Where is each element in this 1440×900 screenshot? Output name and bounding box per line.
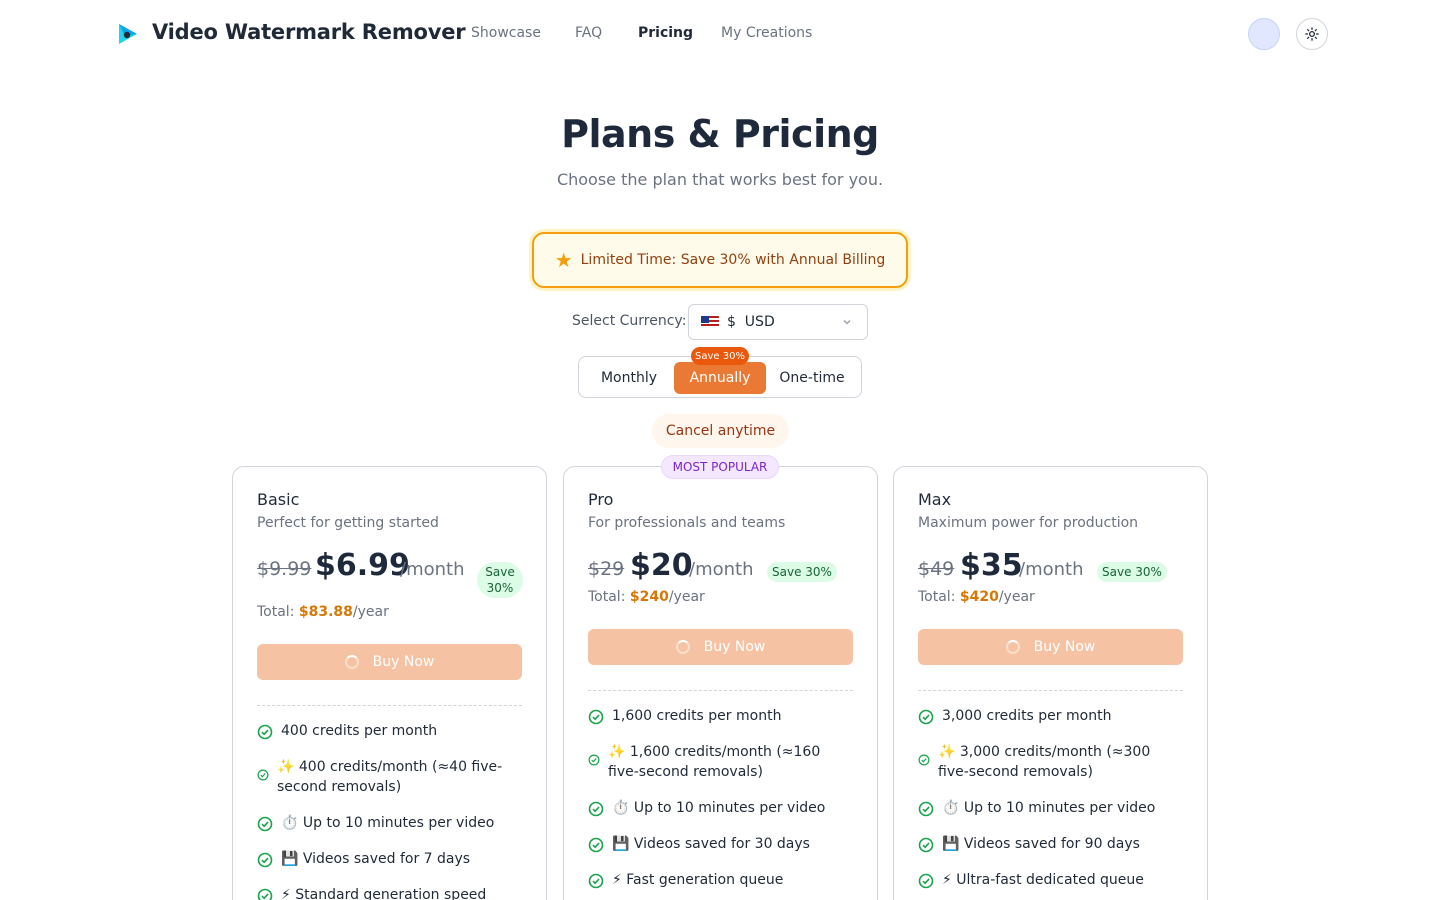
star-icon: ★ — [554, 248, 573, 272]
theme-toggle-button[interactable] — [1296, 18, 1328, 50]
save-badge: Save 30% — [477, 562, 523, 598]
page-subtitle: Choose the plan that works best for you. — [556, 170, 884, 189]
check-circle-icon — [257, 888, 273, 900]
check-circle-icon — [588, 754, 600, 766]
check-circle-icon — [257, 816, 273, 832]
plan-description: Maximum power for production — [918, 515, 1139, 531]
nav-pricing[interactable]: Pricing — [638, 25, 693, 41]
check-circle-icon — [257, 769, 269, 781]
original-price: $9.99 — [257, 558, 312, 580]
check-circle-icon — [918, 754, 930, 766]
save-badge: Save 30% — [767, 562, 837, 582]
loading-spinner-icon — [344, 655, 359, 669]
save-badge: Save 30% — [1097, 562, 1167, 582]
plan-card-max: Max Maximum power for production $49 $35… — [893, 466, 1208, 900]
check-circle-icon — [918, 709, 934, 725]
check-circle-icon — [257, 724, 273, 740]
plan-price: $20 — [630, 548, 693, 583]
plan-card-basic: Basic Perfect for getting started $9.99 … — [232, 466, 547, 900]
cancel-anytime-note: Cancel anytime — [652, 414, 789, 448]
currency-select[interactable]: $ USD — [688, 304, 868, 340]
promo-text: Limited Time: Save 30% with Annual Billi… — [580, 252, 886, 268]
feature-item: 400 credits per month — [257, 721, 522, 741]
plan-price: $6.99 — [315, 548, 410, 583]
plan-price: $35 — [960, 548, 1023, 583]
feature-item: 1,600 credits per month — [588, 706, 853, 726]
loading-spinner-icon — [675, 640, 690, 654]
feature-item: ⏱️ Up to 10 minutes per video — [257, 813, 522, 833]
feature-item: ⏱️ Up to 10 minutes per video — [588, 798, 853, 818]
check-circle-icon — [588, 801, 604, 817]
feature-item: 💾 Videos saved for 7 days — [257, 849, 522, 869]
billing-monthly-tab[interactable]: Monthly — [586, 362, 672, 394]
plan-description: For professionals and teams — [588, 515, 786, 531]
price-period: /month — [689, 559, 754, 580]
divider — [588, 690, 853, 691]
top-navbar: Video Watermark Remover Showcase FAQ Pri… — [0, 0, 1440, 68]
yearly-total: Total: $83.88/year — [257, 604, 389, 620]
plan-card-pro: Pro For professionals and teams $29 $20 … — [563, 466, 878, 900]
check-circle-icon — [588, 837, 604, 853]
sun-icon — [1305, 27, 1319, 41]
nav-faq[interactable]: FAQ — [575, 25, 602, 41]
us-flag-icon — [701, 316, 719, 328]
currency-value: $ USD — [727, 314, 775, 330]
feature-item: ✨ 400 credits/month (≈40 five-second rem… — [257, 757, 522, 797]
plan-name: Basic — [257, 490, 300, 509]
check-circle-icon — [588, 873, 604, 889]
plan-name: Pro — [588, 490, 614, 509]
buy-now-button[interactable]: Buy Now — [588, 629, 853, 665]
feature-item: ✨ 1,600 credits/month (≈160 five-second … — [588, 742, 853, 782]
check-circle-icon — [918, 837, 934, 853]
yearly-total: Total: $420/year — [918, 589, 1035, 605]
feature-item: 💾 Videos saved for 30 days — [588, 834, 853, 854]
buy-now-button[interactable]: Buy Now — [918, 629, 1183, 665]
play-logo-icon[interactable] — [117, 22, 139, 46]
loading-spinner-icon — [1005, 640, 1020, 654]
annual-save-pill: Save 30% — [691, 347, 749, 365]
most-popular-badge: MOST POPULAR — [661, 455, 779, 479]
feature-item: ✨ 3,000 credits/month (≈300 five-second … — [918, 742, 1183, 782]
yearly-total: Total: $240/year — [588, 589, 705, 605]
page-title: Plans & Pricing — [561, 112, 879, 156]
promo-banner: ★ Limited Time: Save 30% with Annual Bil… — [532, 232, 908, 288]
price-period: /month — [1019, 559, 1084, 580]
check-circle-icon — [918, 801, 934, 817]
check-circle-icon — [918, 873, 934, 889]
divider — [257, 705, 522, 706]
chevron-down-icon — [843, 319, 851, 325]
feature-item: 3,000 credits per month — [918, 706, 1183, 726]
nav-my-creations[interactable]: My Creations — [721, 25, 812, 41]
feature-item: 💾 Videos saved for 90 days — [918, 834, 1183, 854]
buy-now-button[interactable]: Buy Now — [257, 644, 522, 680]
feature-item: ⚡ Fast generation queue — [588, 870, 853, 890]
nav-showcase[interactable]: Showcase — [471, 25, 541, 41]
original-price: $49 — [918, 558, 955, 580]
currency-label: Select Currency: — [572, 313, 687, 329]
feature-item: ⏱️ Up to 10 minutes per video — [918, 798, 1183, 818]
billing-onetime-tab[interactable]: One-time — [769, 362, 855, 394]
brand-name[interactable]: Video Watermark Remover — [152, 20, 466, 44]
original-price: $29 — [588, 558, 625, 580]
plan-name: Max — [918, 490, 952, 509]
feature-item: ⚡ Standard generation speed — [257, 885, 522, 900]
check-circle-icon — [257, 852, 273, 868]
user-avatar[interactable] — [1248, 18, 1280, 50]
check-circle-icon — [588, 709, 604, 725]
billing-annually-tab[interactable]: Annually — [674, 362, 766, 394]
feature-item: ⚡ Ultra-fast dedicated queue — [918, 870, 1183, 890]
divider — [918, 690, 1183, 691]
plan-description: Perfect for getting started — [257, 515, 439, 531]
price-period: /month — [400, 559, 465, 580]
